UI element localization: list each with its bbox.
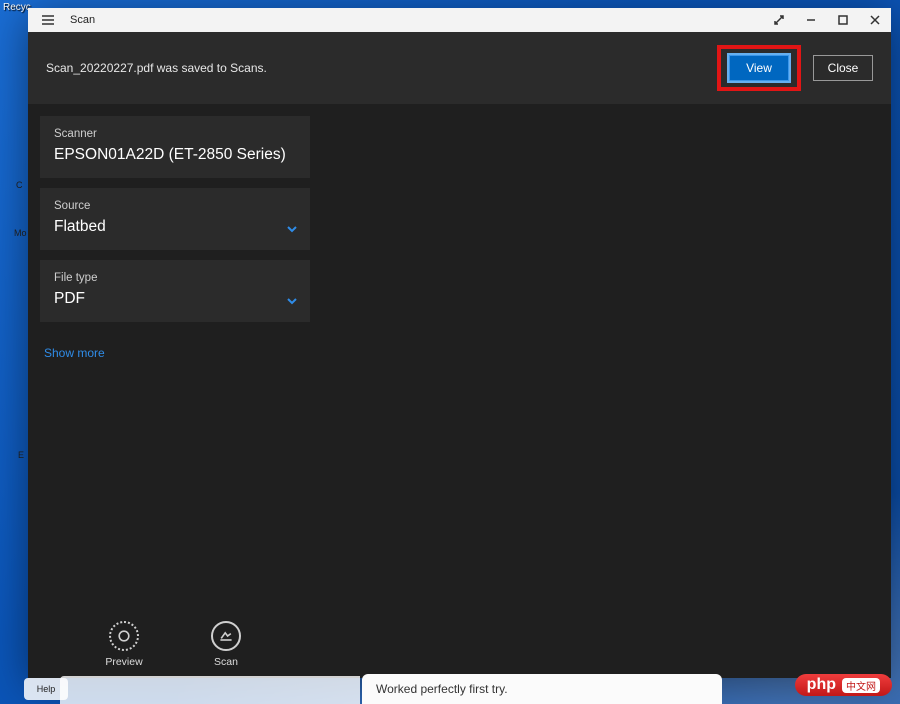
diagonal-arrows-icon[interactable] [763,8,795,32]
sidebar: Scanner EPSON01A22D (ET-2850 Series) Sou… [28,104,322,678]
behind-label: C [16,180,23,190]
filetype-value: PDF [54,290,296,308]
behind-label-mo: Mo [14,228,27,238]
watermark-brand: php [807,676,836,694]
behind-label-2: E [18,450,24,460]
scanner-selector[interactable]: Scanner EPSON01A22D (ET-2850 Series) [40,116,310,178]
save-notification: Scan_20220227.pdf was saved to Scans. Vi… [28,32,891,104]
minimize-button[interactable] [795,8,827,32]
background-text-snippet: Worked perfectly first try. [362,674,722,704]
scan-button[interactable]: Scan [196,621,256,668]
source-value: Flatbed [54,218,296,236]
scan-app-window: Scan Scan_20220227.pdf was saved to Scan… [28,8,891,678]
show-more-link[interactable]: Show more [40,332,310,374]
preview-button[interactable]: Preview [94,621,154,668]
notification-text: Scan_20220227.pdf was saved to Scans. [46,61,267,75]
annotation-highlight: View [717,45,801,91]
close-button[interactable]: Close [813,55,873,81]
scan-label: Scan [214,656,238,668]
scanner-value: EPSON01A22D (ET-2850 Series) [54,146,296,164]
hamburger-menu[interactable] [28,8,68,32]
watermark-cn: 中文网 [842,678,880,693]
scanner-label: Scanner [54,128,296,140]
view-button[interactable]: View [729,55,789,81]
filetype-selector[interactable]: File type PDF [40,260,310,322]
close-window-button[interactable] [859,8,891,32]
window-title: Scan [68,14,105,26]
scan-icon [211,621,241,651]
bottom-toolbar: Preview Scan [40,621,310,678]
filetype-label: File type [54,272,296,284]
chevron-down-icon [286,222,298,234]
chevron-down-icon [286,294,298,306]
taskbar-strip [60,676,360,704]
preview-label: Preview [105,656,142,668]
maximize-button[interactable] [827,8,859,32]
preview-area [322,104,891,678]
preview-icon [109,621,139,651]
source-label: Source [54,200,296,212]
source-selector[interactable]: Source Flatbed [40,188,310,250]
titlebar: Scan [28,8,891,32]
watermark-badge: php 中文网 [795,674,892,696]
